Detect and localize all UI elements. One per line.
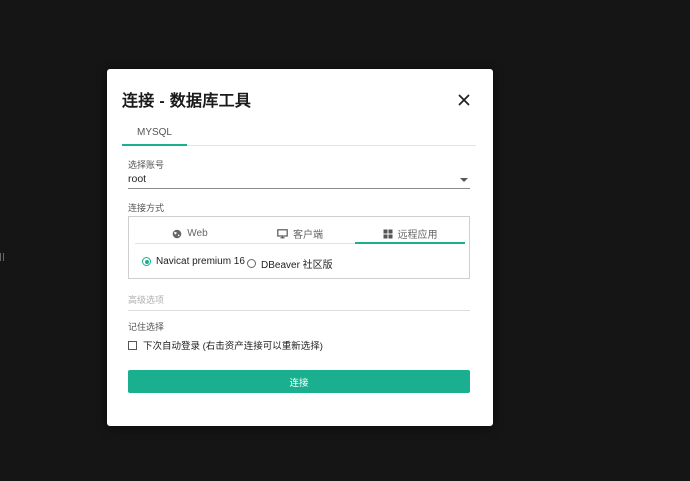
dialog-title: 连接 - 数据库工具 <box>122 93 252 110</box>
globe-icon <box>172 229 182 238</box>
tab-web-label: Web <box>187 228 208 239</box>
close-icon <box>458 94 470 106</box>
database-type-tabs: MYSQL <box>122 125 476 146</box>
connect-method-panel: Web 客户端 远程应用 Navicat premium 16 DBeaver … <box>128 216 470 279</box>
account-select-value: root <box>128 173 147 185</box>
monitor-icon <box>277 228 288 238</box>
tab-mysql[interactable]: MYSQL <box>122 125 187 146</box>
connect-dialog: 连接 - 数据库工具 MYSQL 选择账号 root 连接方式 Web 客户端 … <box>107 69 493 426</box>
edge-handle <box>0 253 4 261</box>
tab-web[interactable]: Web <box>135 225 245 242</box>
radio-navicat-label: Navicat premium 16 <box>156 256 245 267</box>
connect-button[interactable]: 连接 <box>128 370 470 393</box>
connect-method-tabs: Web 客户端 远程应用 <box>135 225 465 244</box>
radio-navicat[interactable]: Navicat premium 16 <box>142 256 245 267</box>
radio-dbeaver[interactable]: DBeaver 社区版 <box>247 256 333 271</box>
caret-down-icon <box>460 178 468 182</box>
tab-remote-app[interactable]: 远程应用 <box>355 225 465 244</box>
radio-unchecked-icon <box>247 259 256 268</box>
advanced-options-toggle[interactable]: 高级选项 <box>128 293 470 311</box>
windows-icon <box>383 229 392 238</box>
tab-remote-app-label: 远程应用 <box>397 230 438 241</box>
account-select[interactable]: root <box>128 170 470 189</box>
tab-client-label: 客户端 <box>293 230 323 241</box>
radio-dbeaver-label: DBeaver 社区版 <box>261 260 333 271</box>
auto-login-checkbox[interactable]: 下次自动登录 (右击资产连接可以重新选择) <box>128 338 323 352</box>
close-button[interactable] <box>453 89 475 111</box>
tab-client[interactable]: 客户端 <box>245 225 355 242</box>
checkbox-icon <box>128 340 137 350</box>
remember-label: 记住选择 <box>128 322 165 332</box>
auto-login-label: 下次自动登录 (右击资产连接可以重新选择) <box>143 341 323 352</box>
advanced-options-label: 高级选项 <box>128 295 165 305</box>
method-label: 连接方式 <box>128 203 165 213</box>
radio-checked-icon <box>142 257 151 266</box>
